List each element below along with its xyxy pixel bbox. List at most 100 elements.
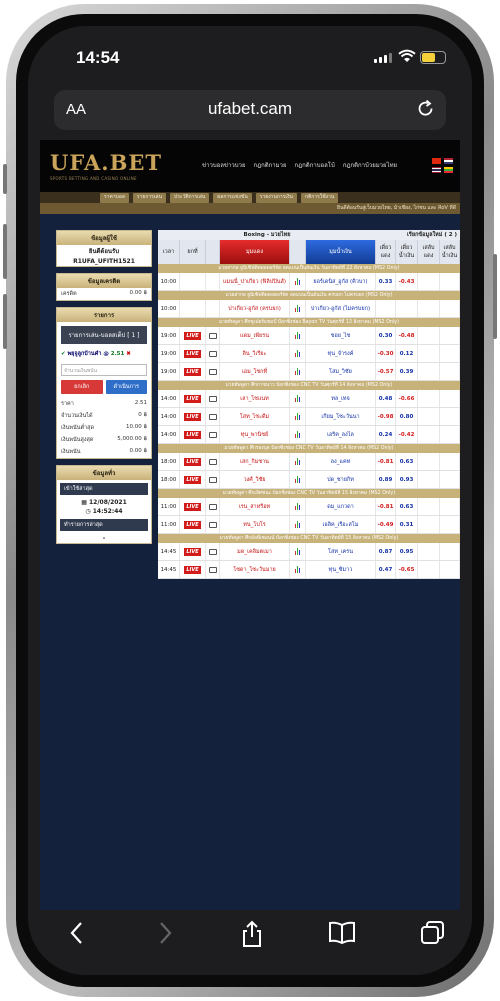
odd-alt-blue[interactable]: [440, 498, 460, 515]
stats-chart-icon[interactable]: [294, 413, 301, 420]
stats-chart-icon[interactable]: [294, 350, 301, 357]
bet-amount-input[interactable]: จำนวนเงินพนัน: [61, 364, 147, 376]
odd-red[interactable]: [376, 300, 396, 317]
blue-corner-fighter[interactable]: ปด_ชายกิท: [306, 471, 376, 488]
odd-alt-red[interactable]: [418, 498, 440, 515]
stats-chart-icon[interactable]: [294, 368, 301, 375]
odd-alt-blue[interactable]: [440, 543, 460, 560]
odd-alt-blue[interactable]: [440, 300, 460, 317]
odd-alt-red[interactable]: [418, 561, 440, 578]
live-badge[interactable]: LIVE: [184, 520, 201, 529]
bookmarks-icon[interactable]: [328, 920, 356, 946]
live-badge[interactable]: LIVE: [184, 457, 201, 466]
red-corner-fighter[interactable]: แมนนี่_ปาเกียว (ฟิลิปปินส์): [220, 273, 290, 290]
odd-alt-blue[interactable]: [440, 363, 460, 380]
remove-pick-icon[interactable]: ✖: [126, 351, 131, 357]
tv-icon[interactable]: [208, 476, 217, 483]
red-corner-fighter[interactable]: ทุน_พานิชย์: [220, 426, 290, 443]
menu-item-finance[interactable]: รายงานการเงิน: [255, 193, 297, 203]
odd-red[interactable]: -0.49: [376, 516, 396, 533]
menu-item-odds[interactable]: ราคาบอล: [100, 193, 129, 203]
menu-item-bets[interactable]: รายการเล่น: [132, 193, 167, 203]
stats-chart-icon[interactable]: [294, 476, 301, 483]
tv-icon[interactable]: [208, 350, 217, 357]
tv-icon[interactable]: [208, 566, 217, 573]
odd-alt-blue[interactable]: [440, 426, 460, 443]
live-badge[interactable]: LIVE: [184, 430, 201, 439]
site-logo[interactable]: UFA.BET: [50, 150, 162, 175]
red-corner-fighter[interactable]: เรน_สาหรีอท: [220, 498, 290, 515]
red-corner-fighter[interactable]: โซดา_โซะวันมาย: [220, 561, 290, 578]
url-text[interactable]: ufabet.cam: [54, 99, 446, 119]
refresh-link[interactable]: เรียกข้อมูลใหม่ ( 2 ): [376, 230, 460, 240]
tv-icon[interactable]: [208, 548, 217, 555]
odd-red[interactable]: -0.57: [376, 363, 396, 380]
blue-corner-fighter[interactable]: ทุน_จำรงค์: [306, 345, 376, 362]
back-icon[interactable]: [66, 920, 88, 946]
red-corner-fighter[interactable]: โสท_ไชะดีม: [220, 408, 290, 425]
tabs-icon[interactable]: [420, 920, 446, 946]
live-badge[interactable]: LIVE: [184, 547, 201, 556]
odd-alt-red[interactable]: [418, 345, 440, 362]
blue-corner-fighter[interactable]: เอริค_ลงไล: [306, 426, 376, 443]
odd-blue[interactable]: [396, 300, 418, 317]
live-badge[interactable]: LIVE: [184, 394, 201, 403]
odd-alt-red[interactable]: [418, 390, 440, 407]
tv-icon[interactable]: [208, 413, 217, 420]
odd-red[interactable]: 0.30: [376, 327, 396, 344]
odd-red[interactable]: -0.98: [376, 408, 396, 425]
blue-corner-fighter[interactable]: ทุน_ซิมาว: [306, 561, 376, 578]
live-badge[interactable]: LIVE: [184, 331, 201, 340]
red-corner-fighter[interactable]: ทน_โบโร: [220, 516, 290, 533]
odd-alt-red[interactable]: [418, 453, 440, 470]
stats-chart-icon[interactable]: [294, 521, 301, 528]
odd-blue[interactable]: 0.93: [396, 471, 418, 488]
odd-alt-red[interactable]: [418, 300, 440, 317]
stats-chart-icon[interactable]: [294, 458, 301, 465]
odd-alt-blue[interactable]: [440, 345, 460, 362]
odd-blue[interactable]: -0.66: [396, 390, 418, 407]
stats-chart-icon[interactable]: [294, 431, 301, 438]
top-nav-item[interactable]: ข่าวบอลข่าวบวย: [202, 160, 245, 170]
odd-red[interactable]: 0.33: [376, 273, 396, 290]
stats-chart-icon[interactable]: [294, 503, 301, 510]
tv-icon[interactable]: [208, 458, 217, 465]
live-badge[interactable]: LIVE: [184, 412, 201, 421]
tv-icon[interactable]: [208, 521, 217, 528]
odd-blue[interactable]: 0.39: [396, 363, 418, 380]
menu-item-results[interactable]: ผลการแข่งขัน: [213, 193, 252, 203]
blue-corner-fighter[interactable]: ชอย_ไช: [306, 327, 376, 344]
red-corner-fighter[interactable]: ลิน_วิเรียะ: [220, 345, 290, 362]
live-badge[interactable]: LIVE: [184, 565, 201, 574]
blue-corner-fighter[interactable]: ลง_แคท: [306, 453, 376, 470]
stats-chart-icon[interactable]: [294, 395, 301, 402]
odd-red[interactable]: -0.81: [376, 453, 396, 470]
china-flag-icon[interactable]: [432, 158, 441, 164]
address-bar[interactable]: AA ufabet.cam: [54, 90, 446, 130]
odd-alt-red[interactable]: [418, 471, 440, 488]
live-badge[interactable]: LIVE: [184, 502, 201, 511]
stats-chart-icon[interactable]: [294, 305, 301, 312]
odd-alt-blue[interactable]: [440, 516, 460, 533]
stats-chart-icon[interactable]: [294, 332, 301, 339]
stats-chart-icon[interactable]: [294, 548, 301, 555]
red-corner-fighter[interactable]: แดม_เพียรน: [220, 327, 290, 344]
odd-blue[interactable]: -0.42: [396, 426, 418, 443]
odd-blue[interactable]: 0.12: [396, 345, 418, 362]
menu-item-rules[interactable]: กติการใช้งาน: [300, 193, 339, 203]
red-corner-fighter[interactable]: เสก_กิมชาน: [220, 453, 290, 470]
top-nav-item[interactable]: กฎกติกาบ้วยมวยไทย: [343, 160, 397, 170]
odd-red[interactable]: -0.81: [376, 498, 396, 515]
odd-alt-red[interactable]: [418, 363, 440, 380]
odd-blue[interactable]: 0.63: [396, 498, 418, 515]
odd-red[interactable]: -0.30: [376, 345, 396, 362]
stats-chart-icon[interactable]: [294, 278, 301, 285]
blue-corner-fighter[interactable]: ปาเกียว-อูกัส (ไม่ครบยก): [306, 300, 376, 317]
red-corner-fighter[interactable]: ปาเกียว-อูกัส (ครบยก): [220, 300, 290, 317]
odd-red[interactable]: 0.87: [376, 543, 396, 560]
odd-blue[interactable]: -0.65: [396, 561, 418, 578]
cancel-button[interactable]: ยกเลิก: [61, 380, 103, 394]
odd-alt-blue[interactable]: [440, 273, 460, 290]
odd-blue[interactable]: -0.48: [396, 327, 418, 344]
odd-alt-blue[interactable]: [440, 471, 460, 488]
